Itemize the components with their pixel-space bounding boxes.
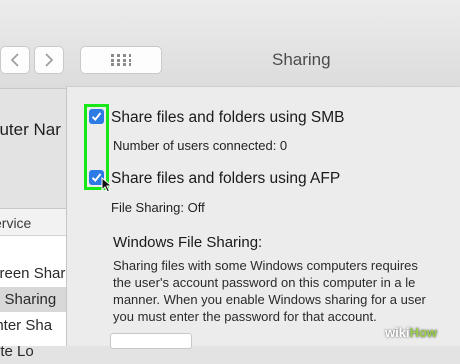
window-toolbar: Sharing [0, 0, 460, 89]
windows-sharing-description-line: Sharing files with some Windows computer… [113, 258, 418, 273]
windows-sharing-description-line: you must enter the password for that acc… [113, 309, 377, 324]
forward-button[interactable] [34, 46, 64, 74]
service-item-label: e Sharing [0, 291, 57, 308]
afp-option-label: Share files and folders using AFP [111, 170, 341, 187]
service-list-header: ervice [0, 209, 68, 236]
service-list: ervice creen Shar e Sharing inter Sha ot… [0, 208, 68, 360]
service-item-label: ote Lo [0, 343, 34, 360]
wikihow-watermark: wikiHow [385, 325, 437, 340]
smb-checkbox[interactable] [89, 109, 104, 124]
service-item-label: inter Sha [0, 317, 53, 334]
computer-name-label: puter Nar [0, 120, 61, 139]
service-item-file-sharing[interactable]: e Sharing [0, 287, 68, 312]
windows-sharing-description-line: the user's account password on this comp… [113, 275, 416, 290]
smb-users-connected: Number of users connected: 0 [113, 138, 288, 153]
service-item-printer-sharing[interactable]: inter Sha [0, 313, 68, 338]
service-item-remote-login[interactable]: ote Lo [0, 339, 68, 364]
checkmark-icon [91, 112, 102, 122]
windows-sharing-description-line: manner. When you enable Windows sharing … [113, 292, 426, 307]
chevron-right-icon [45, 53, 54, 67]
watermark-part: How [409, 325, 438, 340]
windows-file-sharing-title: Windows File Sharing: [113, 234, 263, 251]
grid-icon [111, 54, 131, 66]
show-all-button[interactable] [80, 46, 162, 74]
back-button[interactable] [0, 46, 30, 74]
file-sharing-status: File Sharing: Off [111, 200, 205, 215]
watermark-part: wiki [385, 325, 410, 340]
service-header-label: ervice [0, 215, 32, 231]
service-item-screen-sharing[interactable]: creen Shar [0, 261, 68, 286]
user-account-list[interactable] [110, 333, 192, 349]
window-title: Sharing [272, 50, 331, 69]
service-item-label: creen Shar [0, 265, 66, 282]
chevron-left-icon [10, 53, 19, 67]
smb-option-label: Share files and folders using SMB [111, 109, 345, 126]
